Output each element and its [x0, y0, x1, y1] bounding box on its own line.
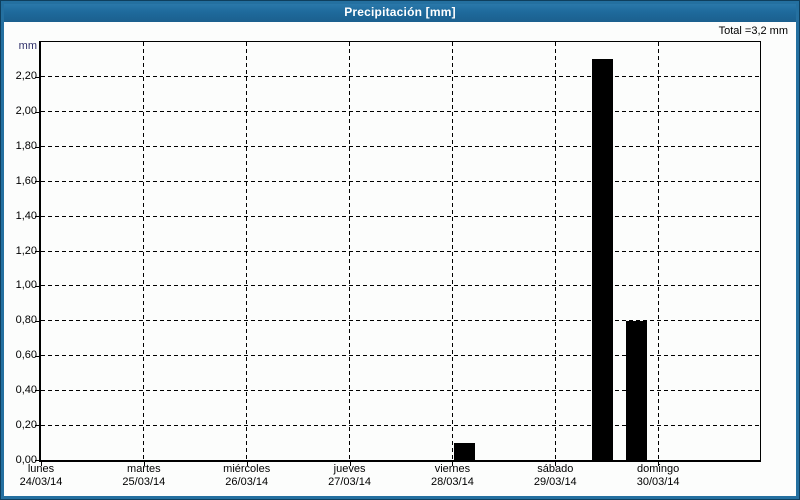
- x-tick-label-day: martes: [92, 463, 196, 475]
- y-tick-label: 1,60: [4, 175, 37, 188]
- y-tick-label: 1,00: [4, 279, 37, 292]
- x-tick-label-day: miércoles: [195, 463, 299, 475]
- gridline-vertical: [658, 42, 659, 460]
- gridline-horizontal: [41, 425, 761, 426]
- x-tick-label-date: 28/03/14: [400, 476, 504, 488]
- total-label: Total =3,2 mm: [719, 25, 788, 37]
- gridline-horizontal: [41, 146, 761, 147]
- window-title: Precipitación [mm]: [344, 5, 456, 19]
- chart-window: Precipitación [mm] Total =3,2 mm mm 0,00…: [0, 0, 800, 500]
- gridline-vertical: [349, 42, 350, 460]
- gridline-vertical: [555, 42, 556, 460]
- gridline-horizontal: [41, 285, 761, 286]
- y-axis-unit-label: mm: [4, 40, 37, 52]
- precipitation-bar: [592, 59, 613, 460]
- precipitation-bar: [626, 321, 647, 460]
- gridline-horizontal: [41, 390, 761, 391]
- y-tick-label: 1,20: [4, 245, 37, 258]
- x-tick-label-day: jueves: [298, 463, 402, 475]
- precipitation-bar: [454, 443, 475, 460]
- y-tick-label: 0,60: [4, 349, 37, 362]
- y-tick-label: 0,20: [4, 419, 37, 432]
- y-tick-label: 2,20: [4, 70, 37, 83]
- x-tick-label-date: 30/03/14: [606, 476, 710, 488]
- gridline-horizontal: [41, 320, 761, 321]
- gridline-horizontal: [41, 76, 761, 77]
- x-tick-label-day: viernes: [400, 463, 504, 475]
- window-titlebar: Precipitación [mm]: [4, 4, 796, 22]
- y-tick-label: 1,80: [4, 140, 37, 153]
- x-tick-label-date: 24/03/14: [0, 476, 93, 488]
- plot-area: [39, 41, 761, 462]
- y-tick-label: 1,40: [4, 210, 37, 223]
- gridline-horizontal: [41, 251, 761, 252]
- gridline-vertical: [246, 42, 247, 460]
- window-frame: Precipitación [mm] Total =3,2 mm mm 0,00…: [1, 1, 799, 499]
- x-tick-label-day: lunes: [0, 463, 93, 475]
- gridline-vertical: [452, 42, 453, 460]
- x-tick-label-date: 25/03/14: [92, 476, 196, 488]
- x-tick-label-date: 29/03/14: [503, 476, 607, 488]
- x-tick-label-day: sábado: [503, 463, 607, 475]
- y-tick-label: 0,40: [4, 384, 37, 397]
- chart-canvas: Total =3,2 mm mm 0,000,200,400,600,801,0…: [4, 22, 796, 496]
- y-tick-label: 2,00: [4, 105, 37, 118]
- gridline-horizontal: [41, 111, 761, 112]
- gridline-horizontal: [41, 355, 761, 356]
- x-tick-label-date: 27/03/14: [298, 476, 402, 488]
- gridline-horizontal: [41, 216, 761, 217]
- gridline-horizontal: [41, 181, 761, 182]
- x-tick-label-day: domingo: [606, 463, 710, 475]
- gridline-vertical: [143, 42, 144, 460]
- x-tick-label-date: 26/03/14: [195, 476, 299, 488]
- y-tick-label: 0,80: [4, 314, 37, 327]
